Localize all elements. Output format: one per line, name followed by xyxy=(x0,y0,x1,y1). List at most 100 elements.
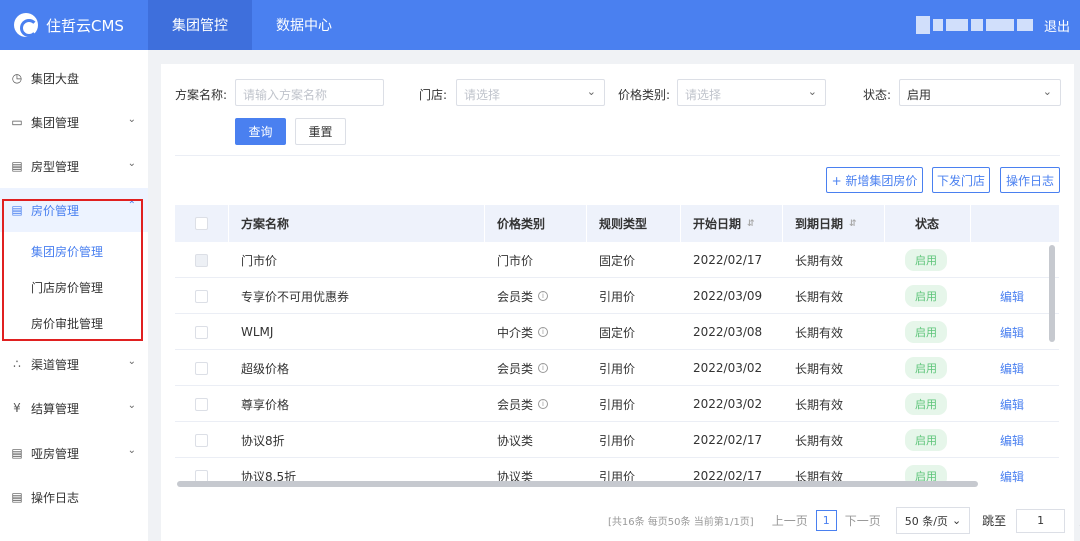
row-checkbox[interactable] xyxy=(195,433,208,447)
price-type-select[interactable]: 请选择 ⌄ xyxy=(677,79,826,106)
edit-link[interactable]: 编辑 xyxy=(1000,432,1024,449)
sidebar-item-operation-log[interactable]: ▤ 操作日志 xyxy=(0,475,148,519)
store-select-placeholder: 请选择 xyxy=(464,88,501,102)
user-area: 退出 xyxy=(915,0,1070,50)
column-header-status: 状态 xyxy=(885,205,971,242)
cell-start-date: 2022/03/08 xyxy=(693,325,763,339)
row-checkbox[interactable] xyxy=(195,325,208,339)
status-label: 状态: xyxy=(863,88,892,102)
sidebar-subitem-store-price[interactable]: 门店房价管理 xyxy=(0,269,148,305)
pagination-summary: [共16条 每页50条 当前第1/1页] xyxy=(608,517,754,528)
dispatch-store-button[interactable]: 下发门店 xyxy=(932,167,990,193)
status-badge: 启用 xyxy=(905,321,947,343)
cell-rule-type: 固定价 xyxy=(599,325,636,340)
cell-price-category: 协议类 xyxy=(485,422,587,458)
cell-status: 启用 xyxy=(885,422,971,458)
cell-start-date: 2022/03/02 xyxy=(693,361,763,375)
table-row[interactable]: 尊享价格 会员类 i 引用价 2022/03/02 长期有效 启用 编辑 xyxy=(175,386,1059,422)
logo-text: 住哲云CMS xyxy=(46,16,124,35)
user-name-redacted xyxy=(915,15,1036,35)
column-header-start-date[interactable]: 开始日期 ⇵ xyxy=(681,205,783,242)
sidebar-item-dummy-room[interactable]: ▤ 哑房管理 ⌄ xyxy=(0,431,148,475)
row-checkbox[interactable] xyxy=(195,289,208,303)
cell-status: 启用 xyxy=(885,242,971,278)
select-all-checkbox[interactable] xyxy=(195,217,208,230)
cell-start-date: 2022/02/17 xyxy=(693,253,763,267)
column-header-label: 开始日期 xyxy=(693,217,742,231)
sidebar-item-room-type[interactable]: ▤ 房型管理 ⌄ xyxy=(0,144,148,188)
plan-name-label: 方案名称: xyxy=(175,88,228,102)
store-label: 门店: xyxy=(419,88,448,102)
query-button[interactable]: 查询 xyxy=(235,118,286,145)
row-select-cell xyxy=(175,242,229,278)
info-icon[interactable]: i xyxy=(538,399,549,409)
jump-page-input[interactable]: 1 xyxy=(1016,508,1066,533)
status-select[interactable]: 启用 ⌄ xyxy=(899,79,1061,106)
sidebar-item-settlement[interactable]: ¥ 结算管理 ⌄ xyxy=(0,386,148,430)
cell-actions: 编辑 xyxy=(971,386,1059,422)
sidebar-subitem-group-price[interactable]: 集团房价管理 xyxy=(0,233,148,269)
prev-page-link[interactable]: 上一页 xyxy=(772,512,808,529)
cell-end-date: 长期有效 xyxy=(795,433,844,448)
cell-plan-name: 门市价 xyxy=(241,253,278,268)
operation-log-button[interactable]: 操作日志 xyxy=(1000,167,1060,193)
table-row[interactable]: 超级价格 会员类 i 引用价 2022/03/02 长期有效 启用 编辑 xyxy=(175,350,1059,386)
column-header-actions xyxy=(971,205,1059,242)
cell-price-category-text: 会员类 xyxy=(497,397,534,412)
row-select-cell xyxy=(175,350,229,386)
cell-end-date: 长期有效 xyxy=(795,289,844,304)
logout-link[interactable]: 退出 xyxy=(1044,16,1070,35)
edit-link[interactable]: 编辑 xyxy=(1000,468,1024,485)
reset-button[interactable]: 重置 xyxy=(295,118,346,145)
horizontal-scrollbar[interactable] xyxy=(177,481,978,487)
cell-rule-type: 引用价 xyxy=(599,361,636,376)
jump-label: 跳至 xyxy=(982,514,1007,528)
sidebar-item-group-management[interactable]: ▭ 集团管理 ⌄ xyxy=(0,100,148,144)
vertical-scrollbar[interactable] xyxy=(1049,245,1055,342)
add-group-price-button[interactable]: + 新增集团房价 xyxy=(826,167,923,193)
next-page-link[interactable]: 下一页 xyxy=(845,512,881,529)
store-select[interactable]: 请选择 ⌄ xyxy=(456,79,605,106)
topnav-group-control[interactable]: 集团管控 xyxy=(148,0,252,50)
edit-link[interactable]: 编辑 xyxy=(1000,360,1024,377)
table-row[interactable]: 协议8折 协议类 引用价 2022/02/17 长期有效 启用 编辑 xyxy=(175,422,1059,458)
cell-start-date: 2022/03/09 xyxy=(693,289,763,303)
cell-actions: 编辑 xyxy=(971,458,1059,487)
sidebar-item-group-dashboard[interactable]: ◷ 集团大盘 xyxy=(0,56,148,100)
page-number-current[interactable]: 1 xyxy=(815,510,837,531)
topnav-data-center[interactable]: 数据中心 xyxy=(252,0,356,50)
sort-icon: ⇵ xyxy=(747,218,755,229)
edit-link[interactable]: 编辑 xyxy=(1000,288,1024,305)
sidebar-item-room-price[interactable]: ▤ 房价管理 ⌃ xyxy=(0,188,148,232)
chevron-down-icon: ⌄ xyxy=(127,400,136,411)
cell-status: 启用 xyxy=(885,314,971,350)
table-row[interactable]: 专享价不可用优惠券 会员类 i 引用价 2022/03/09 长期有效 启用 编辑 xyxy=(175,278,1059,314)
row-checkbox[interactable] xyxy=(195,361,208,375)
cell-price-category-text: 协议类 xyxy=(497,433,534,448)
sidebar-item-label: 操作日志 xyxy=(31,490,80,505)
table-row[interactable]: 门市价 门市价 固定价 2022/02/17 长期有效 启用 xyxy=(175,242,1059,278)
status-badge: 启用 xyxy=(905,429,947,451)
edit-link[interactable]: 编辑 xyxy=(1000,324,1024,341)
divider xyxy=(175,155,1060,156)
sidebar-item-channel[interactable]: ∴ 渠道管理 ⌄ xyxy=(0,342,148,386)
info-icon[interactable]: i xyxy=(538,291,549,301)
pagination: [共16条 每页50条 当前第1/1页] 上一页 1 下一页 50 条/页 ⌄ 跳… xyxy=(608,507,1080,534)
cell-rule-type: 固定价 xyxy=(599,253,636,268)
column-header-end-date[interactable]: 到期日期 ⇵ xyxy=(783,205,885,242)
info-icon[interactable]: i xyxy=(538,363,549,373)
row-checkbox[interactable] xyxy=(195,397,208,411)
edit-link[interactable]: 编辑 xyxy=(1000,396,1024,413)
app-logo[interactable]: 住哲云CMS xyxy=(0,0,148,50)
cell-actions xyxy=(971,242,1059,278)
info-icon[interactable]: i xyxy=(538,327,549,337)
plan-name-input[interactable]: 请输入方案名称 xyxy=(235,79,384,106)
clock-icon: ◷ xyxy=(11,71,23,85)
sidebar-subitem-price-approval[interactable]: 房价审批管理 xyxy=(0,305,148,341)
cell-end-date: 长期有效 xyxy=(795,325,844,340)
page-size-select[interactable]: 50 条/页 ⌄ xyxy=(895,507,971,534)
sort-icon: ⇵ xyxy=(849,218,857,229)
cell-start-date: 2022/03/02 xyxy=(693,397,763,411)
table-row[interactable]: WLMJ 中介类 i 固定价 2022/03/08 长期有效 启用 编辑 xyxy=(175,314,1059,350)
sidebar-item-label: 集团管理 xyxy=(31,115,80,130)
